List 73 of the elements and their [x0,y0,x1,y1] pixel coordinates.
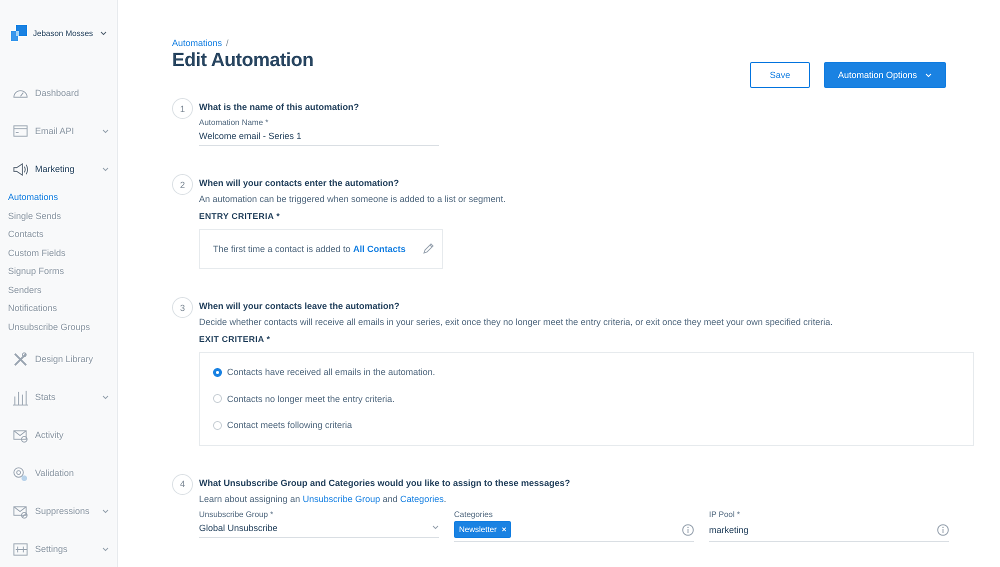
nav-item[interactable]: Suppressions [0,492,117,530]
category-tag: Newsletter × [454,521,512,538]
field-label: IP Pool * [709,510,741,518]
step-question: What Unsubscribe Group and Categories would you like to assign to these messages? [199,478,572,488]
logo-icon [11,25,27,41]
radio-button[interactable] [213,420,222,430]
radio-button[interactable] [213,394,222,404]
info-icon [937,524,949,536]
nav-item[interactable]: Stats [0,378,117,416]
remove-icon[interactable]: × [502,525,506,534]
save-button[interactable]: Save [750,62,810,88]
nav-subitem[interactable]: Senders [0,280,117,299]
step-number: 3 [172,297,193,318]
option-label[interactable]: Contacts no longer meet the entry criteria. [227,394,395,404]
criteria-label: ENTRY CRITERIA * [199,211,281,221]
contacts-link[interactable]: All Contacts [353,244,406,254]
help-link[interactable]: Categories [400,494,444,504]
step-number: 1 [172,98,193,119]
field-label: Automation Name * [199,118,270,127]
step-number: 4 [172,474,193,494]
criteria-label: EXIT CRITERIA * [199,334,272,344]
chevron-down-icon [102,166,109,172]
nav-subitem[interactable]: Signup Forms [0,262,117,280]
chevron-down-icon [102,508,109,514]
nav-subitem[interactable]: Custom Fields [0,244,117,262]
pencil-icon[interactable] [422,243,434,255]
option-label[interactable]: Contacts have received all emails in the automation. [227,367,436,378]
step-question: What is the name of this automation? [199,102,360,112]
page-title: Edit Automation [172,50,314,72]
radio-button[interactable] [213,368,222,377]
automation-name-field[interactable]: Welcome email - Series 1 [199,127,439,146]
nav-item[interactable]: Activity [0,416,117,454]
step-question: When will your contacts leave the automation? [199,301,401,311]
nav-subitem[interactable]: Single Sends [0,206,117,225]
nav-icon [12,464,29,482]
chevron-down-icon [925,72,932,78]
chevron-down-icon [100,30,107,36]
nav-subitem[interactable]: Unsubscribe Groups [0,318,117,336]
nav-icon [12,160,29,178]
nav-icon [12,350,29,368]
field-label: Categories [454,510,494,518]
breadcrumb-link[interactable]: Automations [172,38,222,48]
step-description: Learn about assigning an Unsubscribe Group and Categories. [199,494,448,504]
nav-subitem[interactable]: Notifications [0,299,117,318]
nav-item[interactable]: Design Library [0,340,117,378]
criteria-text: The first time a contact is added to All Contacts [213,244,406,254]
nav-item[interactable]: Validation [0,454,117,492]
info-icon [682,524,694,536]
nav-subitem[interactable]: Automations [0,188,117,206]
field-label: Unsubscribe Group * [199,510,274,518]
select-field[interactable]: Global Unsubscribe [199,518,439,538]
nav-icon [12,540,29,558]
nav-item[interactable]: Settings [0,530,117,567]
chevron-down-icon [102,546,109,552]
step-number: 2 [172,174,193,195]
nav-item[interactable]: Marketing [0,150,117,188]
chevron-down-icon [102,394,109,400]
account-name[interactable]: Jebason Mosses [33,28,94,38]
nav-item[interactable]: Email API [0,112,117,150]
option-label[interactable]: Contact meets following criteria [227,420,352,430]
step-description: An automation can be triggered when someone is added to a list or segment. [199,194,507,204]
options-button[interactable]: Automation Options [824,62,946,88]
text-field[interactable]: marketing [709,518,949,542]
step-description: Decide whether contacts will receive all emails in your series, exit once they no longer meet the entry criteria, or exit once they meet your own specified criteria. [199,317,834,327]
breadcrumb-separator: / [226,38,229,48]
chevron-down-icon [102,128,109,134]
chevron-down-icon [432,525,439,530]
nav-item[interactable]: Dashboard [0,74,117,112]
step-question: When will your contacts enter the automation? [199,178,400,188]
nav-icon [12,122,29,140]
nav-icon [12,388,29,406]
nav-subitem[interactable]: Contacts [0,225,117,244]
help-link[interactable]: Unsubscribe Group [302,494,380,504]
